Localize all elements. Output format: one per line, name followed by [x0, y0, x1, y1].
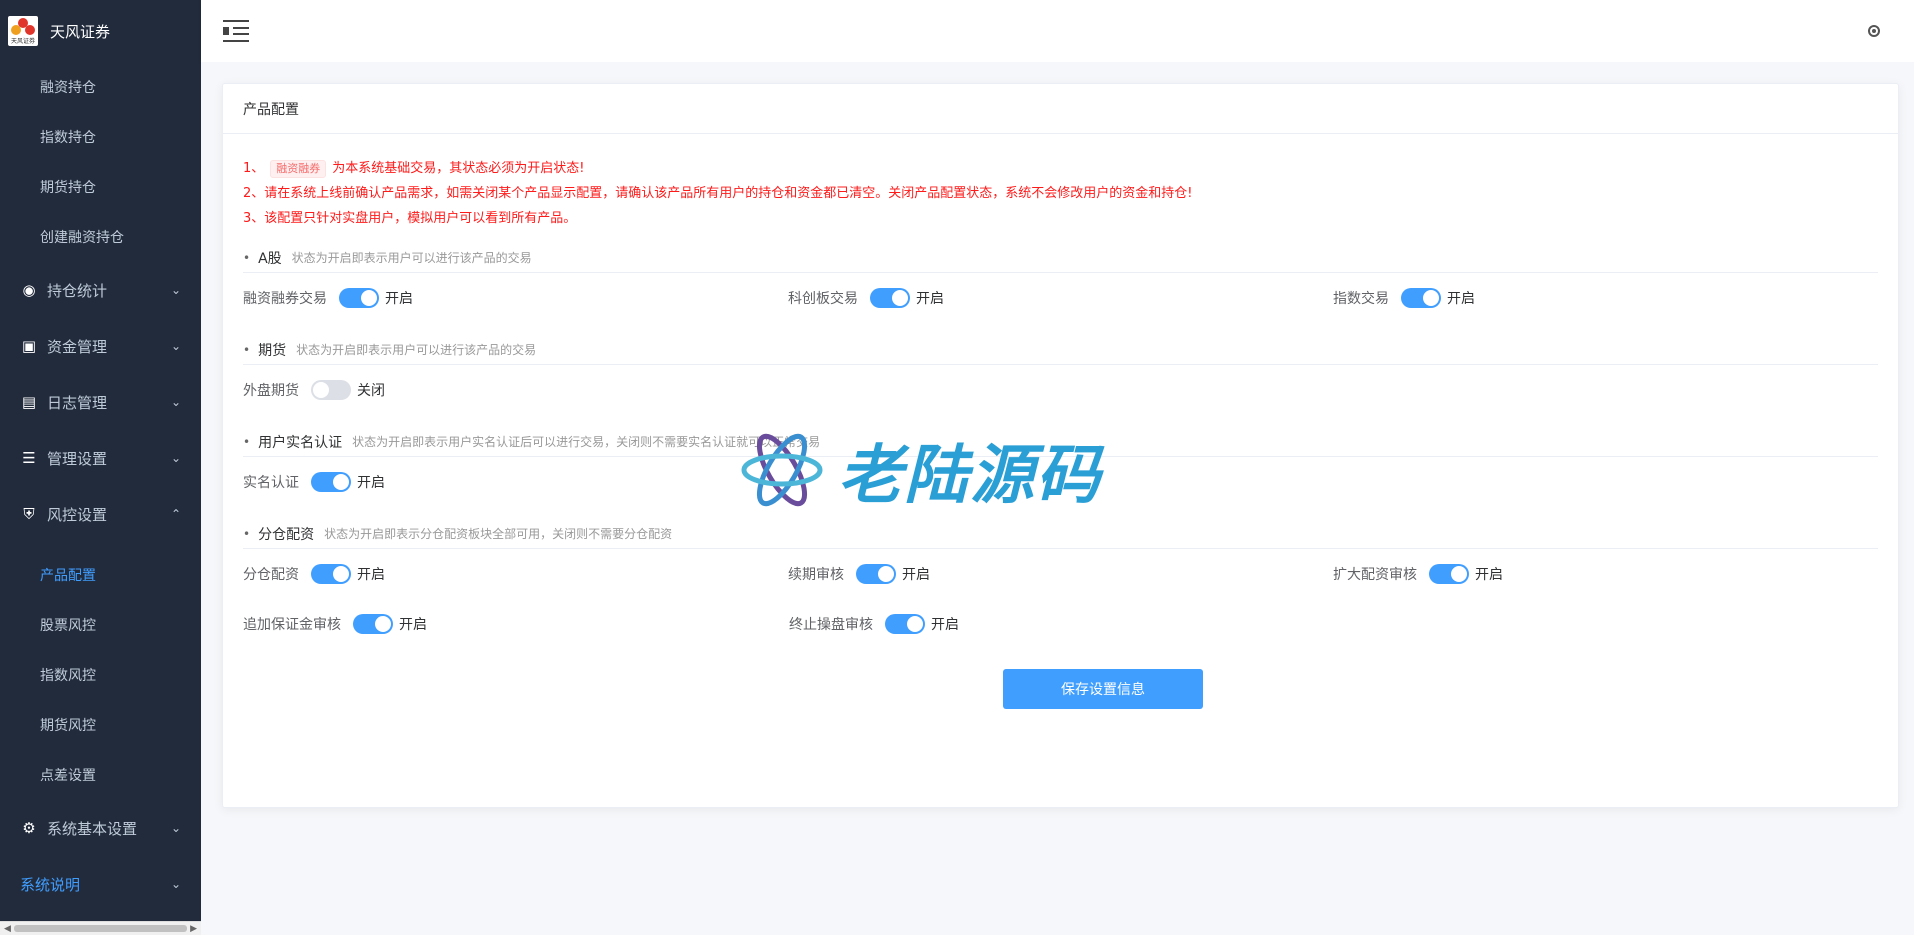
sidebar-item-spread-settings[interactable]: 点差设置: [0, 750, 201, 800]
sidebar-menu-fund-management[interactable]: ▣ 资金管理 ⌄: [0, 318, 201, 374]
section-futures: • 期货 状态为开启即表示用户可以进行该产品的交易 外盘期货 关闭: [243, 335, 1878, 415]
sidebar-menu-admin-settings[interactable]: ☰ 管理设置 ⌄: [0, 430, 201, 486]
section-title: 分仓配资: [258, 526, 315, 543]
sliders-icon: ☰: [22, 449, 36, 467]
log-icon: ▤: [21, 393, 37, 411]
sidebar-item-margin-positions[interactable]: 融资持仓: [0, 62, 201, 112]
section-title: 期货: [258, 342, 287, 359]
field-real-name-auth: 实名认证 开启: [243, 472, 789, 492]
switch-foreign-futures[interactable]: [311, 380, 351, 400]
notice-2: 2、请在系统上线前确认产品需求，如需关闭某个产品显示配置，请确认该产品所有用户的…: [243, 186, 1193, 201]
field-renewal-review: 续期审核 开启: [788, 564, 1333, 584]
field-star-market: 科创板交易 开启: [788, 288, 1333, 308]
field-terminate-trading-review: 终止操盘审核 开启: [789, 614, 1335, 634]
section-desc: 状态为开启即表示用户可以进行该产品的交易: [296, 343, 537, 357]
switch-index-trading[interactable]: [1401, 288, 1441, 308]
sidebar-menu-system-settings[interactable]: ⚙ 系统基本设置 ⌄: [0, 800, 201, 856]
sidebar-item-futures-risk[interactable]: 期货风控: [0, 700, 201, 750]
notice-1: 1、 融资融券 为本系统基础交易，其状态必须为开启状态!: [243, 159, 585, 178]
field-margin-trading: 融资融券交易 开启: [243, 288, 788, 308]
sidebar-item-index-positions[interactable]: 指数持仓: [0, 112, 201, 162]
sidebar-menu-risk-settings[interactable]: ⛨ 风控设置 ⌃: [0, 486, 201, 542]
field-foreign-futures: 外盘期货 关闭: [243, 380, 789, 400]
sidebar-item-futures-positions[interactable]: 期货持仓: [0, 162, 201, 212]
chevron-down-icon: ⌄: [170, 339, 181, 353]
switch-star-market[interactable]: [870, 288, 910, 308]
chevron-down-icon: ⌄: [170, 283, 181, 297]
collapse-menu-icon[interactable]: [223, 20, 249, 42]
section-desc: 状态为开启即表示分仓配资板块全部可用，关闭则不需要分仓配资: [324, 527, 673, 541]
chevron-down-icon: ⌄: [170, 395, 181, 409]
switch-margin-trading[interactable]: [339, 288, 379, 308]
sidebar-item-create-margin-position[interactable]: 创建融资持仓: [0, 212, 201, 262]
chevron-up-icon: ⌃: [170, 507, 181, 521]
brand-logo: 天风证券: [8, 16, 38, 46]
sidebar-menu-log-management[interactable]: ▤ 日志管理 ⌄: [0, 374, 201, 430]
field-add-margin-review: 追加保证金审核 开启: [243, 614, 789, 634]
scroll-left-icon[interactable]: ◀: [4, 924, 11, 934]
sidebar-item-stock-risk[interactable]: 股票风控: [0, 600, 201, 650]
section-title: 用户实名认证: [258, 434, 343, 451]
field-sub-account-funding: 分仓配资 开启: [243, 564, 788, 584]
section-sub-account-funding: • 分仓配资 状态为开启即表示分仓配资板块全部可用，关闭则不需要分仓配资 分仓配…: [243, 519, 1878, 649]
margin-trading-tag: 融资融券: [270, 159, 327, 178]
chevron-down-icon: ⌄: [170, 451, 181, 465]
chart-icon: ◉: [22, 281, 36, 299]
main-content: 产品配置 1、 融资融券 为本系统基础交易，其状态必须为开启状态! 2、请在系统上线…: [201, 62, 1914, 935]
topbar: [201, 0, 1914, 62]
user-menu-icon[interactable]: [1868, 25, 1880, 37]
save-settings-button[interactable]: 保存设置信息: [1003, 669, 1203, 709]
chevron-down-icon: ⌄: [170, 821, 181, 835]
switch-expand-funding-review[interactable]: [1429, 564, 1469, 584]
brand-name: 天风证券: [50, 22, 111, 41]
switch-real-name-auth[interactable]: [311, 472, 351, 492]
card-title: 产品配置: [223, 84, 1898, 134]
sidebar-menu-position-stats[interactable]: ◉ 持仓统计 ⌄: [0, 262, 201, 318]
section-a-shares: • A股 状态为开启即表示用户可以进行该产品的交易 融资融券交易 开启 科创板交…: [243, 243, 1878, 323]
switch-sub-account-funding[interactable]: [311, 564, 351, 584]
switch-add-margin-review[interactable]: [353, 614, 393, 634]
switch-renewal-review[interactable]: [856, 564, 896, 584]
sidebar: 天风证券 天风证券 融资持仓 指数持仓 期货持仓 创建融资持仓 ◉ 持仓统计 ⌄…: [0, 0, 201, 935]
section-desc: 状态为开启即表示用户可以进行该产品的交易: [291, 251, 532, 265]
gear-icon: ⚙: [22, 819, 36, 837]
notice-3: 3、该配置只针对实盘用户，模拟用户可以看到所有产品。: [243, 211, 577, 226]
wallet-icon: ▣: [21, 337, 37, 355]
brand[interactable]: 天风证券 天风证券: [0, 0, 201, 62]
shield-icon: ⛨: [23, 505, 35, 523]
sidebar-horizontal-scrollbar[interactable]: ◀ ▶: [0, 921, 201, 935]
section-desc: 状态为开启即表示用户实名认证后可以进行交易，关闭则不需要实名认证就可以正常交易: [352, 435, 821, 449]
sidebar-item-index-risk[interactable]: 指数风控: [0, 650, 201, 700]
sidebar-menu-system-info[interactable]: 系统说明 ⌄: [0, 856, 201, 912]
product-config-card: 产品配置 1、 融资融券 为本系统基础交易，其状态必须为开启状态! 2、请在系统上线…: [222, 83, 1899, 808]
field-index-trading: 指数交易 开启: [1333, 288, 1878, 308]
scroll-right-icon[interactable]: ▶: [190, 924, 197, 934]
switch-terminate-trading-review[interactable]: [885, 614, 925, 634]
sidebar-item-product-config[interactable]: 产品配置: [0, 550, 201, 600]
section-title: A股: [258, 250, 282, 267]
chevron-down-icon: ⌄: [170, 877, 181, 891]
field-expand-funding-review: 扩大配资审核 开启: [1333, 564, 1878, 584]
section-real-name-auth: • 用户实名认证 状态为开启即表示用户实名认证后可以进行交易，关闭则不需要实名认…: [243, 427, 1878, 507]
scrollbar-thumb[interactable]: [14, 925, 187, 932]
